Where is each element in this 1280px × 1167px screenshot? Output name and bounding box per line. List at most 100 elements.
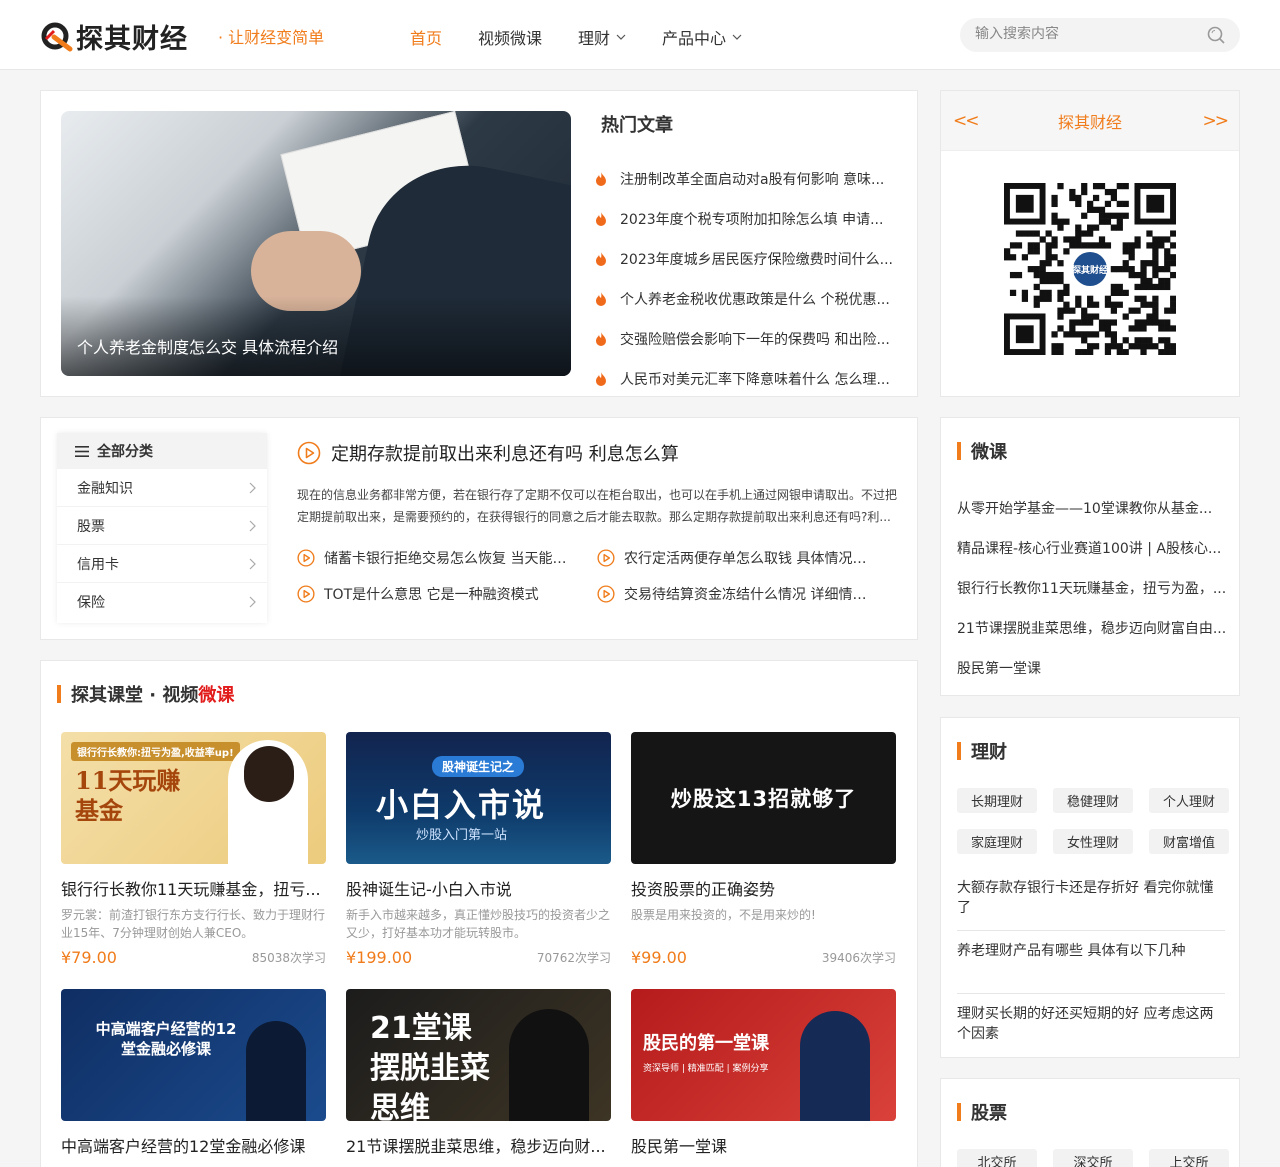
course-desc: 股票是用来投资的，不是用来炒的! [631, 908, 816, 922]
related-article-link[interactable]: 储蓄卡银行拒绝交易怎么恢复 当天能恢... [297, 548, 597, 568]
nav-products[interactable]: 产品中心 [662, 25, 742, 49]
course-name: 中高端客户经营的12堂金融必修课 [61, 1137, 306, 1156]
nav-finance[interactable]: 理财 [578, 25, 626, 49]
category-item-finance-knowledge[interactable]: 金融知识 [57, 469, 267, 507]
category-item-insurance[interactable]: 保险 [57, 583, 267, 621]
course-card[interactable]: 股神诞生记之 小白入市说 炒股入门第一站 股神诞生记-小白入市说 新手入市越来越… [346, 732, 611, 967]
fire-icon [596, 212, 606, 226]
category-item-label: 金融知识 [77, 480, 133, 497]
tag-family[interactable]: 家庭理财 [957, 829, 1037, 854]
weike-item[interactable]: 从零开始学基金——10堂课教你从基金... [957, 488, 1225, 528]
course-thumbnail: 股神诞生记之 小白入市说 炒股入门第一站 [346, 732, 611, 864]
tag-long-term[interactable]: 长期理财 [957, 788, 1037, 813]
course-learners: 70762次学习 [536, 951, 611, 965]
title-accent-bar [957, 1103, 961, 1121]
hot-article-text: 2023年度城乡居民医疗保险缴费时间什么... [620, 252, 893, 268]
play-circle-icon [597, 549, 615, 567]
related-article-link[interactable]: TOT是什么意思 它是一种融资模式 [297, 584, 597, 604]
weike-item[interactable]: 精品课程-核心行业赛道100讲 | A股核心... [957, 528, 1225, 568]
qr-code-icon: 探其财经 [1004, 183, 1176, 355]
qr-header: << 探其财经 >> [941, 91, 1239, 151]
nav-label: 产品中心 [662, 29, 727, 48]
course-card[interactable]: 炒股这13招就够了 投资股票的正确姿势 股票是用来投资的，不是用来炒的! ¥99… [631, 732, 896, 967]
qr-prev-button[interactable]: << [953, 111, 979, 131]
course-thumbnail: 炒股这13招就够了 [631, 732, 896, 864]
course-thumb-sub: 炒股入门第一站 [416, 828, 508, 843]
search-icon[interactable] [1206, 25, 1226, 45]
licai-panel: 理财 长期理财 稳健理财 个人理财 家庭理财 女性理财 财富增值 大额存款存银行… [940, 717, 1240, 1058]
weike-item[interactable]: 银行行长教你11天玩赚基金，扭亏为盈，... [957, 568, 1225, 608]
course-thumb-text: 中高端客户经营的12堂金融必修课 [95, 1020, 237, 1058]
chevron-right-icon [249, 558, 256, 569]
course-card[interactable]: 银行行长教你:扭亏为盈,收益率up! 11天玩赚基金 银行行长教你11天玩赚基金… [61, 732, 326, 967]
menu-icon [75, 445, 89, 457]
courses-title-b: 微课 [198, 685, 235, 706]
related-article-links: 储蓄卡银行拒绝交易怎么恢复 当天能恢... 农行定活两便存单怎么取钱 具体情况如… [297, 548, 907, 604]
stocks-panel: 股票 北交所 深交所 上交所 [940, 1078, 1240, 1167]
courses-panel: 探其课堂 · 视频 微课 银行行长教你:扭亏为盈,收益率up! 11天玩赚基金 银… [40, 660, 918, 1167]
tag-szse[interactable]: 深交所 [1053, 1149, 1133, 1167]
category-item-stocks[interactable]: 股票 [57, 507, 267, 545]
weike-item[interactable]: 股民第一堂课 [957, 648, 1225, 688]
category-menu: 全部分类 金融知识 股票 信用卡 保险 [57, 433, 267, 623]
course-price: ¥99.00 [631, 948, 687, 967]
hero-image[interactable]: 个人养老金制度怎么交 具体流程介绍 [61, 111, 571, 376]
tag-sse[interactable]: 上交所 [1149, 1149, 1229, 1167]
featured-article-title[interactable]: 定期存款提前取出来利息还有吗 利息怎么算 [297, 440, 679, 466]
hot-article-item[interactable]: 注册制改革全面启动对a股有何影响 意味... [593, 159, 893, 199]
course-thumb-text: 炒股这13招就够了 [670, 787, 857, 811]
weike-title-text: 微课 [971, 442, 1007, 463]
hot-article-item[interactable]: 交强险赔偿会影响下一年的保费吗 和出险... [593, 319, 893, 359]
tag-personal[interactable]: 个人理财 [1149, 788, 1229, 813]
logo[interactable]: 探其财经 [40, 16, 188, 56]
hot-article-item[interactable]: 2023年度个税专项附加扣除怎么填 申请... [593, 199, 893, 239]
nav-video-courses[interactable]: 视频微课 [478, 25, 542, 49]
tag-steady[interactable]: 稳健理财 [1053, 788, 1133, 813]
qr-next-button[interactable]: >> [1202, 111, 1228, 131]
title-accent-bar [57, 685, 61, 703]
course-card[interactable]: 中高端客户经营的12堂金融必修课 中高端客户经营的12堂金融必修课 [61, 989, 326, 1157]
course-thumbnail: 21堂课 摆脱韭菜思维 [346, 989, 611, 1121]
qr-badge-text: 探其财经 [1072, 264, 1108, 276]
course-card[interactable]: 21堂课 摆脱韭菜思维 21节课摆脱韭菜思维，稳步迈向财... [346, 989, 611, 1157]
course-price: ¥199.00 [346, 948, 413, 967]
category-item-credit-card[interactable]: 信用卡 [57, 545, 267, 583]
play-circle-icon [297, 441, 321, 465]
fire-icon [596, 292, 606, 306]
course-card[interactable]: 股民的第一堂课 资深导师 | 精准匹配 | 案例分享 股民第一堂课 [631, 989, 896, 1157]
nav-home[interactable]: 首页 [410, 25, 442, 49]
course-name: 投资股票的正确姿势 [631, 880, 776, 899]
course-price: ¥79.00 [61, 948, 117, 967]
weike-panel: 微课 从零开始学基金——10堂课教你从基金... 精品课程-核心行业赛道100讲… [940, 417, 1240, 696]
hot-articles-list: 注册制改革全面启动对a股有何影响 意味... 2023年度个税专项附加扣除怎么填… [593, 159, 893, 399]
tag-bse[interactable]: 北交所 [957, 1149, 1037, 1167]
category-menu-header: 全部分类 [57, 433, 267, 469]
tag-wealth-growth[interactable]: 财富增值 [1149, 829, 1229, 854]
course-thumb-person [509, 1009, 589, 1121]
course-footer: ¥99.00 39406次学习 [631, 948, 896, 967]
licai-tags: 长期理财 稳健理财 个人理财 家庭理财 女性理财 财富增值 [957, 788, 1239, 854]
nav-label: 视频微课 [478, 29, 543, 48]
chevron-right-icon [249, 482, 256, 493]
tag-female[interactable]: 女性理财 [1053, 829, 1133, 854]
course-thumb-text: 股民的第一堂课 [643, 1033, 769, 1054]
search-input[interactable] [975, 26, 1195, 42]
logo-icon [41, 22, 73, 52]
weike-list: 从零开始学基金——10堂课教你从基金... 精品课程-核心行业赛道100讲 | … [957, 488, 1225, 688]
site-header: 探其财经 · 让财经变简单 首页 视频微课 理财 产品中心 [0, 0, 1280, 70]
course-desc: 罗元裳：前渣打银行东方支行行长、致力于理财行业15年、7分钟理财创始人兼CEO。 [61, 908, 326, 940]
chevron-down-icon [732, 34, 742, 40]
hot-article-item[interactable]: 个人养老金税收优惠政策是什么 个税优惠... [593, 279, 893, 319]
hot-article-item[interactable]: 人民币对美元汇率下降意味着什么 怎么理... [593, 359, 893, 399]
related-article-link[interactable]: 农行定活两便存单怎么取钱 具体情况如... [597, 548, 897, 568]
related-article-link[interactable]: 交易待结算资金冻结什么情况 详细情况... [597, 584, 897, 604]
course-thumbnail: 股民的第一堂课 资深导师 | 精准匹配 | 案例分享 [631, 989, 896, 1121]
licai-item[interactable]: 养老理财产品有哪些 具体有以下几种 [957, 931, 1225, 994]
hot-article-item[interactable]: 2023年度城乡居民医疗保险缴费时间什么... [593, 239, 893, 279]
licai-item[interactable]: 大额存款存银行卡还是存折好 看完你就懂了 [957, 868, 1225, 931]
hot-article-text: 2023年度个税专项附加扣除怎么填 申请... [620, 212, 884, 228]
licai-item[interactable]: 理财买长期的好还买短期的好 应考虑这两个因素 [957, 994, 1225, 1056]
weike-item[interactable]: 21节课摆脱韭菜思维，稳步迈向财富自由... [957, 608, 1225, 648]
course-thumb-person [800, 1011, 870, 1121]
licai-title: 理财 [957, 738, 1007, 764]
